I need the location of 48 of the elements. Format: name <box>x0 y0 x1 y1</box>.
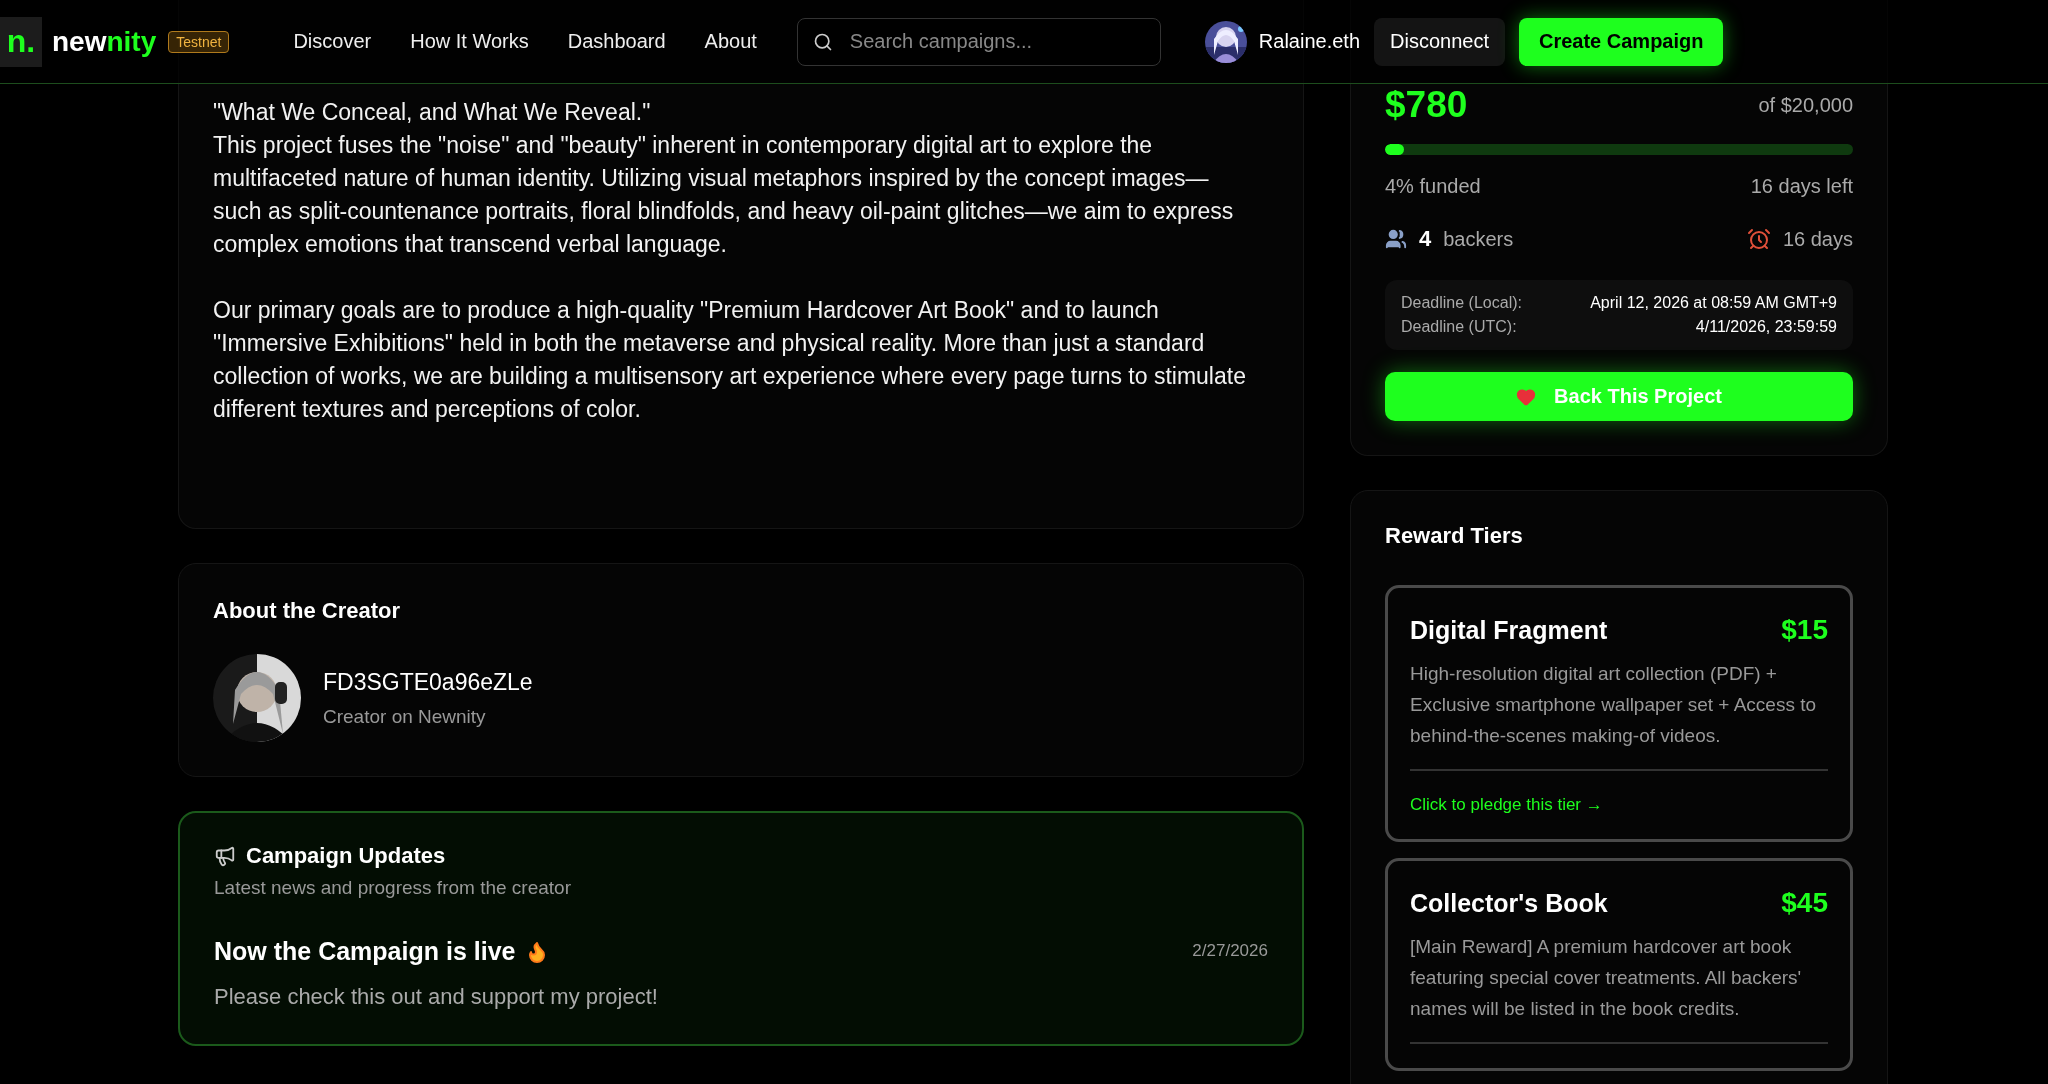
section-title: Campaign Updates <box>246 843 446 869</box>
tier-price: $15 <box>1781 614 1828 646</box>
time-left: 16 days left <box>1750 175 1853 198</box>
tier-title: Digital Fragment <box>1410 615 1608 645</box>
update-date: 2/27/2026 <box>1192 941 1268 962</box>
nav-link[interactable]: How It Works <box>410 30 529 53</box>
update-title: Now the Campaign is live <box>214 937 516 966</box>
deadline-value: April 12, 2026 at 08:59 AM GMT+9 <box>1590 294 1837 312</box>
nav-link[interactable]: Dashboard <box>567 30 666 53</box>
reward-tier-card[interactable]: Collector's Book $45 [Main Reward] A premium hardcover art book featuring special cover treatments. All backers' names will be listed in the book credits. <box>1385 858 1853 1071</box>
deadline-label: Deadline (Local): <box>1401 294 1522 312</box>
pledge-link[interactable]: Click to pledge this tier → <box>1410 795 1603 815</box>
heart-icon <box>1516 386 1537 407</box>
tier-description: [Main Reward] A premium hardcover art book featuring special cover treatments. All backers' names will be listed in the book credits. <box>1410 935 1803 1021</box>
alarm-clock-icon <box>1746 227 1771 251</box>
creator-name: FD3SGTE0a96eZLe <box>323 668 533 696</box>
search-field[interactable]: Search campaigns... <box>796 17 1161 66</box>
user-name[interactable]: Ralaine.eth <box>1258 30 1361 53</box>
people-icon <box>1385 228 1407 250</box>
creator-role: Creator on Newnity <box>323 705 487 728</box>
section-title: About the Creator <box>213 598 401 624</box>
backers-label: backers <box>1443 227 1514 251</box>
raised-amount: $780 <box>1385 84 1468 126</box>
tier-description: High-resolution digital art collection (PDF) + Exclusive smartphone wallpaper set + Access to behind-the-scenes making-of videos. <box>1410 662 1818 748</box>
logo-mark[interactable]: n. <box>0 16 42 67</box>
nav-link[interactable]: Discover <box>293 30 372 53</box>
reward-tier-card[interactable]: Digital Fragment $15 High-resolution digital art collection (PDF) + Exclusive smartphone wallpaper set + Access to behind-the-scenes making-of videos. Click to pledge this tier → <box>1385 585 1853 842</box>
deadline-value: 4/11/2026, 23:59:59 <box>1695 318 1837 336</box>
deadline-label: Deadline (UTC): <box>1401 318 1517 336</box>
days-remaining: 16 days <box>1782 227 1853 251</box>
funded-percent: 4% funded <box>1385 175 1481 198</box>
description-text: Our primary goals are to produce a high-quality "Premium Hardcover Art Book" and to launch "Immersive Exhibitions" held in both the metaverse and physical reality. More than just a standard collection of works, we are building a multisensory art experience where every page turns to stimulate different textures and perceptions of color. <box>213 296 1247 424</box>
megaphone-icon <box>214 845 236 867</box>
search-icon <box>812 31 833 52</box>
network-badge: Testnet <box>168 30 230 53</box>
create-campaign-button[interactable]: Create Campaign <box>1518 17 1724 66</box>
tier-title: Collector's Book <box>1410 888 1608 918</box>
tier-price: $45 <box>1781 887 1828 919</box>
nav-link[interactable]: About <box>704 30 757 53</box>
logo-name[interactable]: newnity <box>52 25 157 58</box>
goal-amount: of $20,000 <box>1758 93 1853 117</box>
description-text: This project fuses the "noise" and "beauty" inherent in contemporary digital art to explore the multifaceted nature of human identity. Utilizing visual metaphors inspired by the concept images—such as split-countenance portraits, floral blindfolds, and heavy oil-paint glitches—we aim to express complex emotions that transcend verbal language. <box>213 131 1235 259</box>
description-text: "What We Conceal, and What We Reveal." <box>213 98 652 127</box>
section-title: Reward Tiers <box>1385 523 1524 549</box>
disconnect-button[interactable]: Disconnect <box>1374 17 1505 66</box>
update-text: Please check this out and support my project! <box>214 984 659 1010</box>
backers-count: 4 <box>1419 226 1432 252</box>
section-subtitle: Latest news and progress from the creator <box>214 877 572 899</box>
